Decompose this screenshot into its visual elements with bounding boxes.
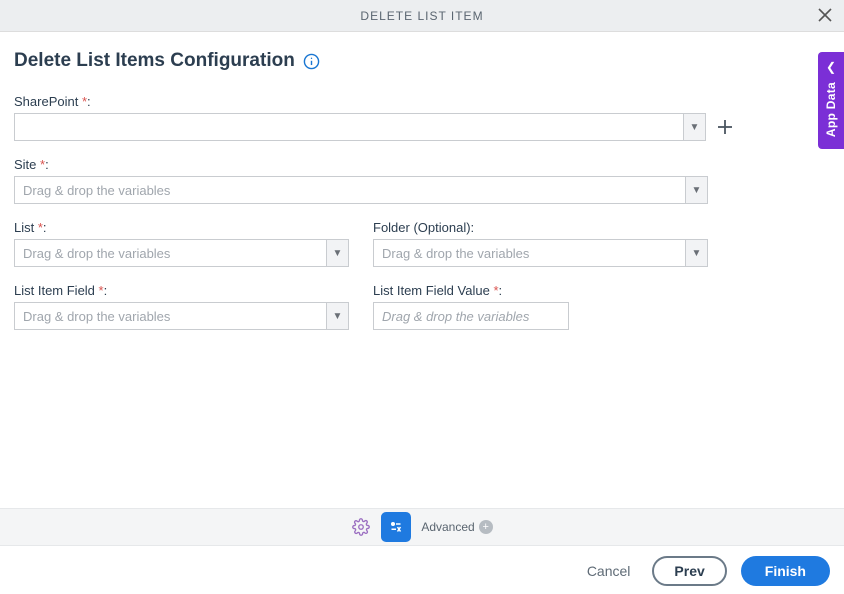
field-folder: Folder (Optional): Drag & drop the varia… — [373, 220, 708, 267]
dropdown-caret-icon[interactable]: ▼ — [326, 303, 348, 329]
site-select[interactable]: Drag & drop the variables ▼ — [14, 176, 708, 204]
list-label: List *: — [14, 220, 349, 235]
list-item-field-value-input[interactable] — [373, 302, 569, 330]
sharepoint-select[interactable]: ▼ — [14, 113, 706, 141]
advanced-toolbar: Advanced + — [0, 508, 844, 546]
dropdown-caret-icon[interactable]: ▼ — [326, 240, 348, 266]
add-sharepoint-button[interactable] — [716, 118, 734, 136]
finish-button[interactable]: Finish — [741, 556, 830, 586]
folder-select[interactable]: Drag & drop the variables ▼ — [373, 239, 708, 267]
app-data-panel-toggle[interactable]: ❮ App Data — [818, 52, 844, 149]
list-item-field-value-label: List Item Field Value *: — [373, 283, 708, 298]
field-site: Site *: Drag & drop the variables ▼ — [14, 157, 708, 204]
cancel-button[interactable]: Cancel — [579, 557, 639, 585]
workflow-icon — [387, 518, 405, 536]
close-button[interactable] — [814, 4, 836, 26]
chevron-left-icon: ❮ — [826, 60, 836, 74]
form-content: Delete List Items Configuration SharePoi… — [0, 32, 844, 330]
dialog-footer: Cancel Prev Finish — [579, 556, 830, 586]
dialog-title: DELETE LIST ITEM — [360, 9, 483, 23]
dialog-header: DELETE LIST ITEM — [0, 0, 844, 32]
prev-button[interactable]: Prev — [652, 556, 726, 586]
dropdown-caret-icon[interactable]: ▼ — [683, 114, 705, 140]
gear-icon — [352, 518, 370, 536]
list-item-field-placeholder: Drag & drop the variables — [15, 303, 326, 329]
close-icon — [818, 8, 832, 22]
list-select[interactable]: Drag & drop the variables ▼ — [14, 239, 349, 267]
plus-circle-icon: + — [479, 520, 493, 534]
plus-icon — [717, 119, 733, 135]
info-icon[interactable] — [303, 52, 321, 70]
field-list: List *: Drag & drop the variables ▼ — [14, 220, 349, 267]
list-item-field-label: List Item Field *: — [14, 283, 349, 298]
app-data-label: App Data — [824, 82, 838, 137]
settings-button[interactable] — [351, 517, 371, 537]
workflow-button[interactable] — [381, 512, 411, 542]
advanced-toggle[interactable]: Advanced + — [421, 520, 492, 534]
field-sharepoint: SharePoint *: ▼ — [14, 94, 734, 141]
field-list-item-field: List Item Field *: Drag & drop the varia… — [14, 283, 349, 330]
field-list-item-field-value: List Item Field Value *: — [373, 283, 708, 330]
sharepoint-value — [15, 114, 683, 140]
site-placeholder: Drag & drop the variables — [15, 177, 685, 203]
list-item-field-select[interactable]: Drag & drop the variables ▼ — [14, 302, 349, 330]
page-title: Delete List Items Configuration — [14, 50, 295, 72]
folder-label: Folder (Optional): — [373, 220, 708, 235]
site-label: Site *: — [14, 157, 708, 172]
folder-placeholder: Drag & drop the variables — [374, 240, 685, 266]
sharepoint-label: SharePoint *: — [14, 94, 734, 109]
dropdown-caret-icon[interactable]: ▼ — [685, 177, 707, 203]
page-title-row: Delete List Items Configuration — [14, 50, 830, 72]
dropdown-caret-icon[interactable]: ▼ — [685, 240, 707, 266]
list-placeholder: Drag & drop the variables — [15, 240, 326, 266]
